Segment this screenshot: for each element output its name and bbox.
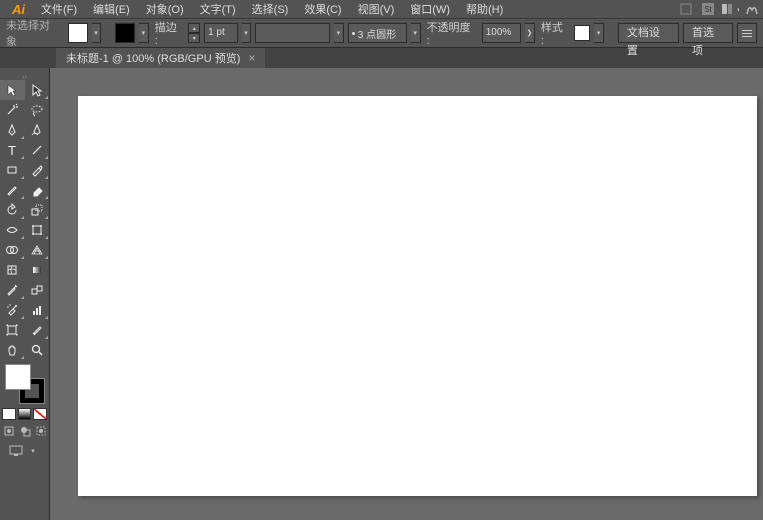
close-tab-icon[interactable]: × (248, 51, 255, 65)
width-tool[interactable] (0, 220, 25, 240)
menu-effect[interactable]: 效果(C) (296, 1, 349, 17)
options-menu-button[interactable] (737, 23, 757, 43)
scale-tool[interactable] (25, 200, 50, 220)
menu-select[interactable]: 选择(S) (244, 1, 297, 17)
stroke-spinner[interactable]: ▴▾ (188, 23, 200, 43)
style-label: 样式 : (539, 19, 571, 47)
stroke-dropdown[interactable]: ▾ (139, 23, 149, 43)
svg-text:St: St (704, 5, 712, 14)
stock-icon[interactable]: St (699, 0, 717, 18)
fill-stroke-block[interactable] (5, 364, 45, 404)
svg-text:T: T (8, 143, 16, 157)
hand-tool[interactable] (0, 340, 25, 360)
paintbrush-tool[interactable] (25, 160, 50, 180)
stroke-style-dropdown[interactable]: ▾ (334, 23, 344, 43)
svg-text:▾: ▾ (737, 7, 739, 14)
document-setup-button[interactable]: 文档设置 (618, 23, 679, 43)
color-mode-none[interactable] (33, 408, 47, 420)
color-mode-gradient[interactable] (18, 408, 32, 420)
symbol-sprayer-tool[interactable] (0, 300, 25, 320)
shaper-tool[interactable] (0, 180, 25, 200)
app-logo: Ai (4, 2, 33, 17)
canvas-area[interactable] (50, 68, 763, 520)
menu-type[interactable]: 文字(T) (192, 1, 244, 17)
fill-color[interactable] (5, 364, 31, 390)
document-tab[interactable]: 未标题-1 @ 100% (RGB/GPU 预览) × (56, 48, 265, 68)
free-transform-tool[interactable] (25, 220, 50, 240)
screen-mode-dropdown[interactable]: ▾ (26, 444, 40, 458)
perspective-grid-tool[interactable] (25, 240, 50, 260)
shape-builder-tool[interactable] (0, 240, 25, 260)
preferences-button[interactable]: 首选项 (683, 23, 733, 43)
options-bar: 未选择对象 ▾ ▾ 描边 : ▴▾ 1 pt▾ ▾ 3 点圆形▾ 不透明度 : … (0, 18, 763, 48)
document-tab-title: 未标题-1 @ 100% (RGB/GPU 预览) (66, 50, 240, 66)
artboard-tool[interactable] (0, 320, 25, 340)
menu-bar: Ai 文件(F) 编辑(E) 对象(O) 文字(T) 选择(S) 效果(C) 视… (0, 0, 763, 18)
mesh-tool[interactable] (0, 260, 25, 280)
line-tool[interactable] (25, 140, 50, 160)
stroke-weight-field[interactable]: 1 pt (204, 23, 237, 43)
tool-panel: ›› T (0, 68, 50, 520)
bridge-icon[interactable] (677, 0, 695, 18)
stroke-weight-dropdown[interactable]: ▾ (242, 23, 252, 43)
gradient-tool[interactable] (25, 260, 50, 280)
eyedropper-tool[interactable] (0, 280, 25, 300)
toolbar-handle[interactable]: ›› (0, 72, 49, 80)
slice-tool[interactable] (25, 320, 50, 340)
lasso-tool[interactable] (25, 100, 50, 120)
color-mode-solid[interactable] (2, 408, 16, 420)
draw-inside-icon[interactable] (34, 424, 47, 438)
menu-view[interactable]: 视图(V) (350, 1, 403, 17)
arrange-icon[interactable]: ▾ (721, 0, 739, 18)
magic-wand-tool[interactable] (0, 100, 25, 120)
menu-edit[interactable]: 编辑(E) (85, 1, 138, 17)
type-tool[interactable]: T (0, 140, 25, 160)
document-tab-bar: 未标题-1 @ 100% (RGB/GPU 预览) × (0, 48, 763, 68)
selection-status: 未选择对象 (6, 17, 64, 49)
brush-profile-dropdown[interactable]: ▾ (411, 23, 421, 43)
column-graph-tool[interactable] (25, 300, 50, 320)
rotate-tool[interactable] (0, 200, 25, 220)
gpu-icon[interactable] (743, 0, 761, 18)
menu-help[interactable]: 帮助(H) (458, 1, 511, 17)
menu-object[interactable]: 对象(O) (138, 1, 192, 17)
artboard[interactable] (78, 96, 757, 496)
fill-dropdown[interactable]: ▾ (92, 23, 102, 43)
draw-behind-icon[interactable] (18, 424, 31, 438)
menu-window[interactable]: 窗口(W) (402, 1, 458, 17)
eraser-tool[interactable] (25, 180, 50, 200)
draw-normal-icon[interactable] (2, 424, 15, 438)
pen-tool[interactable] (0, 120, 25, 140)
screen-mode-icon[interactable] (9, 444, 23, 458)
menu-file[interactable]: 文件(F) (33, 1, 85, 17)
direct-selection-tool[interactable] (25, 80, 50, 100)
opacity-field[interactable]: 100% (482, 23, 521, 43)
blend-tool[interactable] (25, 280, 50, 300)
curvature-tool[interactable] (25, 120, 50, 140)
graphic-style-swatch[interactable] (574, 25, 590, 41)
rectangle-tool[interactable] (0, 160, 25, 180)
stroke-swatch[interactable] (115, 23, 135, 43)
selection-tool[interactable] (0, 80, 25, 100)
stroke-style-field[interactable] (255, 23, 330, 43)
brush-profile[interactable]: 3 点圆形 (348, 23, 407, 43)
stroke-label: 描边 : (153, 19, 185, 47)
opacity-dropdown[interactable]: ❯ (525, 23, 535, 43)
opacity-label: 不透明度 : (425, 19, 478, 47)
zoom-tool[interactable] (25, 340, 50, 360)
brush-profile-label: 3 点圆形 (358, 26, 396, 41)
fill-swatch[interactable] (68, 23, 88, 43)
graphic-style-dropdown[interactable]: ▾ (594, 23, 604, 43)
